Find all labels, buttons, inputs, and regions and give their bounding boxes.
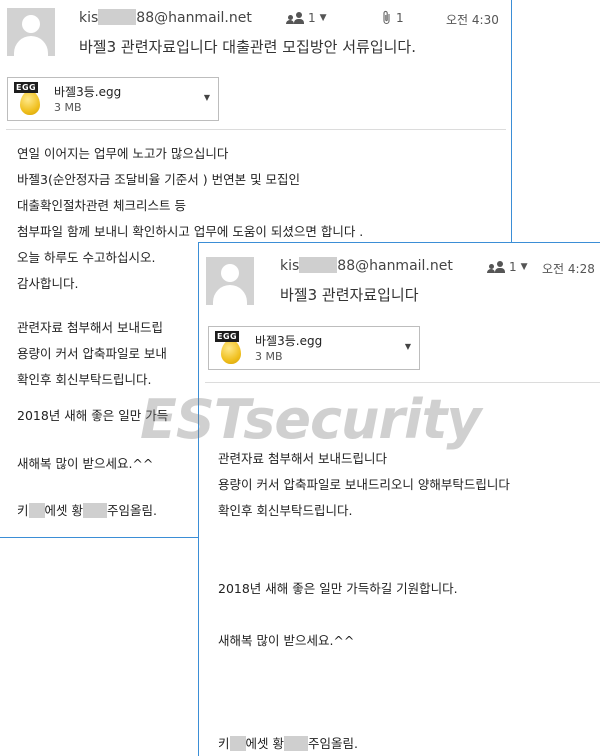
chevron-down-icon: ▼ [319, 13, 327, 23]
chevron-down-icon[interactable]: ▼ [204, 93, 210, 102]
divider [205, 382, 600, 383]
email-body-continued: 관련자료 첨부해서 보내드립 용량이 커서 압축파일로 보내 확인후 회신부탁드… [17, 320, 167, 387]
sender-address[interactable]: kis 88@hanmail.net [79, 9, 252, 26]
attachment-size: 3 MB [54, 101, 82, 114]
sender-avatar [206, 257, 254, 305]
chevron-down-icon: ▼ [520, 262, 528, 272]
redacted-mask [299, 257, 338, 273]
email-signature: 키 에셋 황 주임올림. [17, 503, 157, 518]
recipients-dropdown[interactable]: 1 ▼ [286, 11, 327, 25]
egg-archive-icon: EGG [215, 331, 243, 365]
chevron-down-icon[interactable]: ▼ [405, 342, 411, 351]
people-icon [487, 261, 505, 273]
redacted-mask [28, 503, 45, 518]
email-subject: 바젤3 관련자료입니다 대출관련 모집방안 서류입니다. [79, 38, 416, 56]
email-body: 관련자료 첨부해서 보내드립니다 용량이 커서 압축파일로 보내드리오니 양해부… [218, 451, 510, 518]
people-icon [286, 12, 304, 24]
attachment-item[interactable]: EGG 바젤3등.egg 3 MB ▼ [7, 77, 219, 121]
attachment-size: 3 MB [255, 350, 283, 363]
divider [6, 129, 506, 130]
paperclip-icon [383, 10, 390, 25]
attachment-name: 바젤3등.egg [255, 334, 323, 348]
attachment-count: 1 [382, 10, 404, 25]
email-subject: 바젤3 관련자료입니다 [280, 286, 419, 304]
received-time: 오전 4:28 [542, 262, 595, 276]
received-time: 오전 4:30 [446, 13, 499, 27]
attachment-name: 바젤3등.egg [54, 85, 122, 99]
redacted-mask [284, 736, 308, 751]
sender-avatar [7, 8, 55, 56]
redacted-mask [83, 503, 107, 518]
sender-address[interactable]: kis 88@hanmail.net [280, 257, 453, 274]
redacted-mask [229, 736, 246, 751]
email-signature: 키 에셋 황 주임올림. [218, 736, 358, 751]
recipients-dropdown[interactable]: 1 ▼ [487, 260, 528, 274]
redacted-mask [98, 9, 137, 25]
attachment-item[interactable]: EGG 바젤3등.egg 3 MB ▼ [208, 326, 420, 370]
email-window-front: kis 88@hanmail.net 1 ▼ 오전 4:28 바젤3 관련자료입니… [198, 242, 600, 756]
egg-archive-icon: EGG [14, 82, 42, 116]
